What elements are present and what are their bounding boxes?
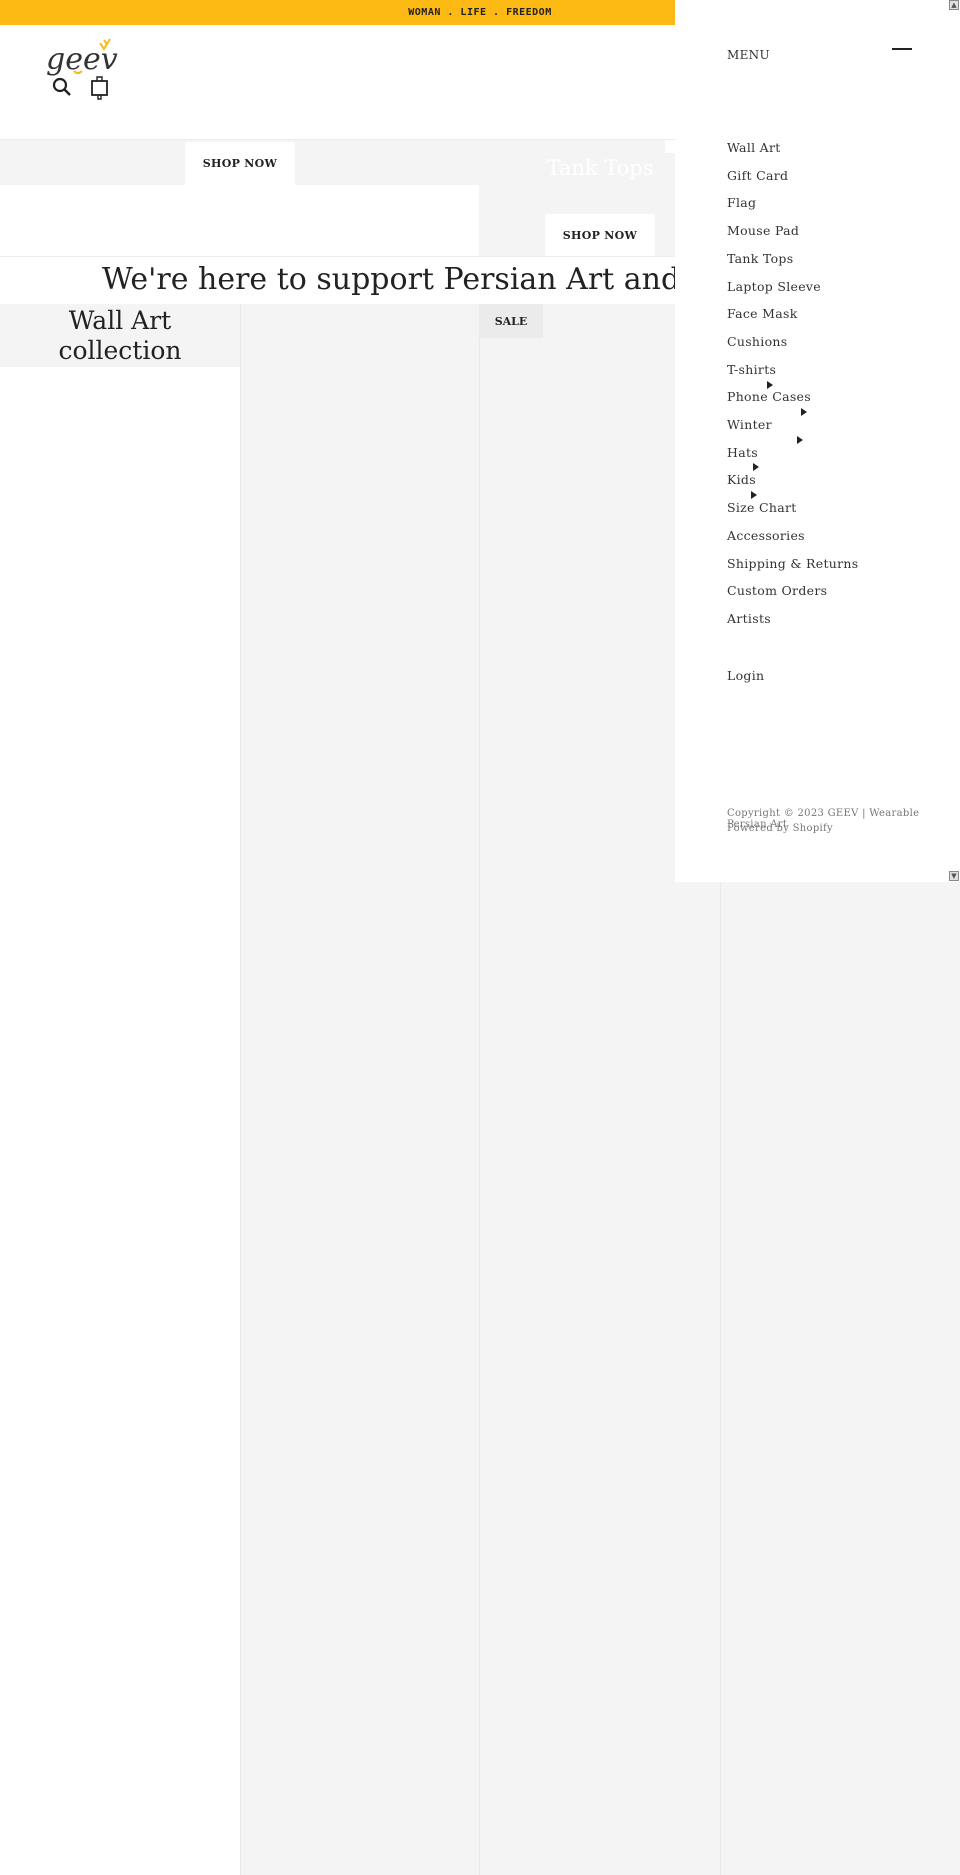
expand-arrow-icon[interactable] (797, 436, 803, 444)
login-link[interactable]: Login (727, 668, 764, 683)
expand-arrow-icon[interactable] (751, 491, 757, 499)
menu-item[interactable]: Mouse Pad (727, 223, 799, 238)
collection-title-line1: Wall Art (68, 306, 172, 335)
menu-title: MENU (727, 48, 770, 62)
expand-arrow-icon[interactable] (753, 463, 759, 471)
menu-item[interactable]: Face Mask (727, 306, 798, 321)
collection-title-line2: collection (58, 336, 182, 365)
menu-item[interactable]: Phone Cases (727, 389, 811, 404)
tank-tops-title: Tank Tops (546, 156, 654, 180)
sale-badge: SALE (479, 304, 543, 338)
menu-item[interactable]: Flag (727, 195, 756, 210)
announcement-text: WOMAN . LIFE . FREEDOM (408, 7, 552, 18)
banner-edge (665, 140, 675, 153)
close-menu-icon[interactable] (892, 48, 912, 50)
menu-item[interactable]: Artists (727, 611, 771, 626)
menu-item[interactable]: Gift Card (727, 168, 788, 183)
powered-by-link[interactable]: Powered by Shopify (727, 823, 833, 834)
menu-item[interactable]: Winter (727, 417, 772, 432)
menu-item[interactable]: Shipping & Returns (727, 556, 858, 571)
expand-arrow-icon[interactable] (767, 381, 773, 389)
scroll-down-button[interactable]: ▼ (949, 871, 959, 881)
expand-arrow-icon[interactable] (801, 408, 807, 416)
wall-art-collection-title[interactable]: Wall Art collection (0, 304, 240, 367)
menu-item[interactable]: Custom Orders (727, 583, 827, 598)
scroll-up-button[interactable]: ▲ (949, 0, 959, 10)
menu-item[interactable]: Kids (727, 472, 756, 487)
menu-item[interactable]: Accessories (727, 528, 805, 543)
product-column-1 (0, 304, 240, 1875)
menu-item[interactable]: Hats (727, 445, 758, 460)
menu-item[interactable]: T-shirts (727, 362, 776, 377)
menu-item[interactable]: Laptop Sleeve (727, 279, 821, 294)
menu-drawer: MENU Wall Art Gift Card Flag Mouse Pad Tank … (675, 0, 960, 882)
menu-item[interactable]: Cushions (727, 334, 787, 349)
headline-section: We're here to support Persian Art and Pe (0, 256, 675, 304)
product-column-2[interactable] (240, 304, 479, 1875)
menu-item[interactable]: Wall Art (727, 140, 781, 155)
shop-now-button[interactable]: SHOP NOW (185, 142, 295, 185)
shop-now-tank-tops-button[interactable]: SHOP NOW (545, 214, 655, 256)
menu-item[interactable]: Tank Tops (727, 251, 793, 266)
search-icon[interactable] (52, 77, 72, 101)
shopping-bag-icon[interactable] (90, 75, 110, 105)
hero-banner-2 (0, 185, 479, 256)
headline: We're here to support Persian Art and Pe (102, 262, 675, 297)
menu-item[interactable]: Size Chart (727, 500, 797, 515)
